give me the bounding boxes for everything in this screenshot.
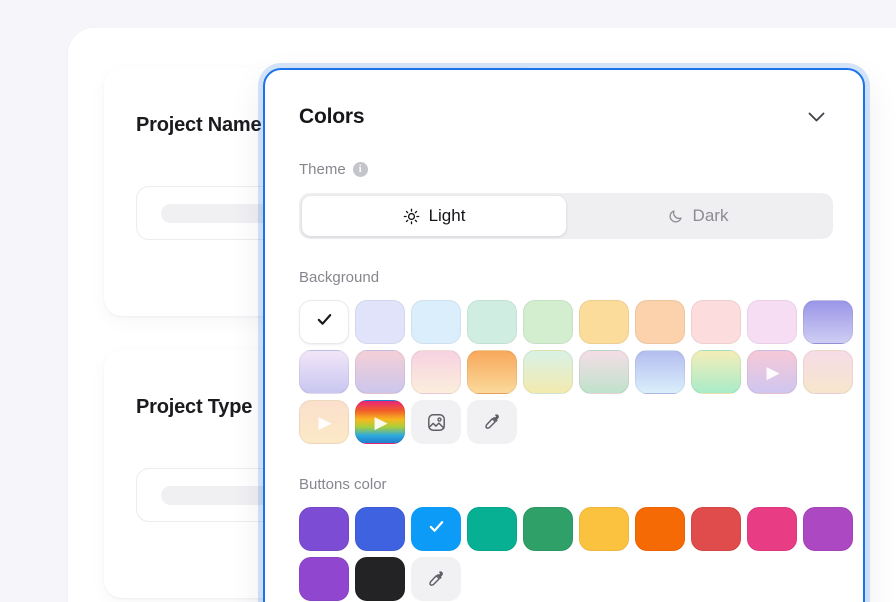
color-swatch-none-white[interactable]: [299, 300, 349, 344]
color-swatch-lemon-mint[interactable]: [691, 350, 741, 394]
color-swatch-rainbow-video[interactable]: ▶: [355, 400, 405, 444]
page-subtitle: Project Type: [136, 396, 253, 418]
color-swatch-teal[interactable]: [467, 507, 517, 551]
popover-title: Colors: [299, 105, 365, 128]
theme-option-dark-label: Dark: [692, 206, 729, 225]
sun-icon: [403, 208, 420, 225]
color-swatch-indigo-ice[interactable]: [635, 350, 685, 394]
color-swatch-green[interactable]: [523, 300, 573, 344]
eyedropper-icon: [482, 412, 502, 432]
moon-icon: [668, 208, 684, 224]
image-icon: [426, 412, 447, 433]
color-swatch-rose-lavender[interactable]: [355, 350, 405, 394]
background-label: Background: [299, 269, 829, 286]
play-icon: ▶: [766, 362, 780, 382]
color-swatch-pink[interactable]: [747, 507, 797, 551]
color-swatch-violet-gradient[interactable]: [803, 300, 853, 344]
buttons-color-label-text: Buttons color: [299, 476, 387, 493]
color-swatch-cream-video[interactable]: ▶: [299, 400, 349, 444]
color-swatch-yellow[interactable]: [579, 507, 629, 551]
color-swatch-orange-glow[interactable]: [467, 350, 517, 394]
color-swatch-mint-lemon[interactable]: [523, 350, 573, 394]
theme-option-light[interactable]: Light: [302, 196, 566, 236]
color-swatch-lilac[interactable]: [747, 300, 797, 344]
buttons-color-label: Buttons color: [299, 476, 829, 493]
color-swatch-blush-lilac-video[interactable]: ▶: [747, 350, 797, 394]
color-swatch-eyedropper[interactable]: [467, 400, 517, 444]
color-swatch-purple[interactable]: [299, 507, 349, 551]
play-icon: ▶: [374, 412, 388, 432]
check-icon: [427, 517, 446, 541]
info-icon[interactable]: i: [352, 162, 368, 177]
colors-popover: Colors Theme i Light Dark Background ▶ ▶…: [263, 68, 865, 602]
color-swatch-magenta[interactable]: [803, 507, 853, 551]
color-swatch-blush[interactable]: [691, 300, 741, 344]
eyedropper-icon: [426, 569, 446, 589]
color-swatch-orange[interactable]: [635, 507, 685, 551]
color-swatch-peach[interactable]: [635, 300, 685, 344]
color-swatch-lavender-fade[interactable]: [299, 350, 349, 394]
theme-option-dark[interactable]: Dark: [566, 196, 830, 236]
color-swatch-eyedropper[interactable]: [411, 557, 461, 601]
color-swatch-red[interactable]: [691, 507, 741, 551]
color-swatch-green[interactable]: [523, 507, 573, 551]
color-swatch-indigo[interactable]: [355, 507, 405, 551]
color-swatch-blue[interactable]: [411, 507, 461, 551]
color-swatch-amber[interactable]: [579, 300, 629, 344]
background-swatch-grid: ▶ ▶ ▶: [299, 300, 853, 444]
color-swatch-sky[interactable]: [411, 300, 461, 344]
buttons-color-swatch-grid: [299, 507, 853, 601]
background-label-text: Background: [299, 269, 380, 286]
color-swatch-upload-image[interactable]: [411, 400, 461, 444]
chevron-down-icon[interactable]: [803, 104, 829, 130]
play-icon: ▶: [318, 412, 332, 432]
theme-toggle: Light Dark: [299, 193, 833, 239]
check-icon: [315, 310, 334, 334]
theme-label-text: Theme: [299, 161, 346, 178]
page-title: Project Name: [136, 114, 262, 136]
color-swatch-black[interactable]: [355, 557, 405, 601]
color-swatch-pink-mint-cream[interactable]: [803, 350, 853, 394]
theme-label: Theme i: [299, 161, 829, 178]
color-swatch-violet[interactable]: [299, 557, 349, 601]
popover-header: Colors: [299, 100, 829, 134]
color-swatch-pink-sage[interactable]: [579, 350, 629, 394]
color-swatch-mint[interactable]: [467, 300, 517, 344]
theme-option-light-label: Light: [428, 206, 466, 225]
color-swatch-pink-cream[interactable]: [411, 350, 461, 394]
color-swatch-periwinkle[interactable]: [355, 300, 405, 344]
